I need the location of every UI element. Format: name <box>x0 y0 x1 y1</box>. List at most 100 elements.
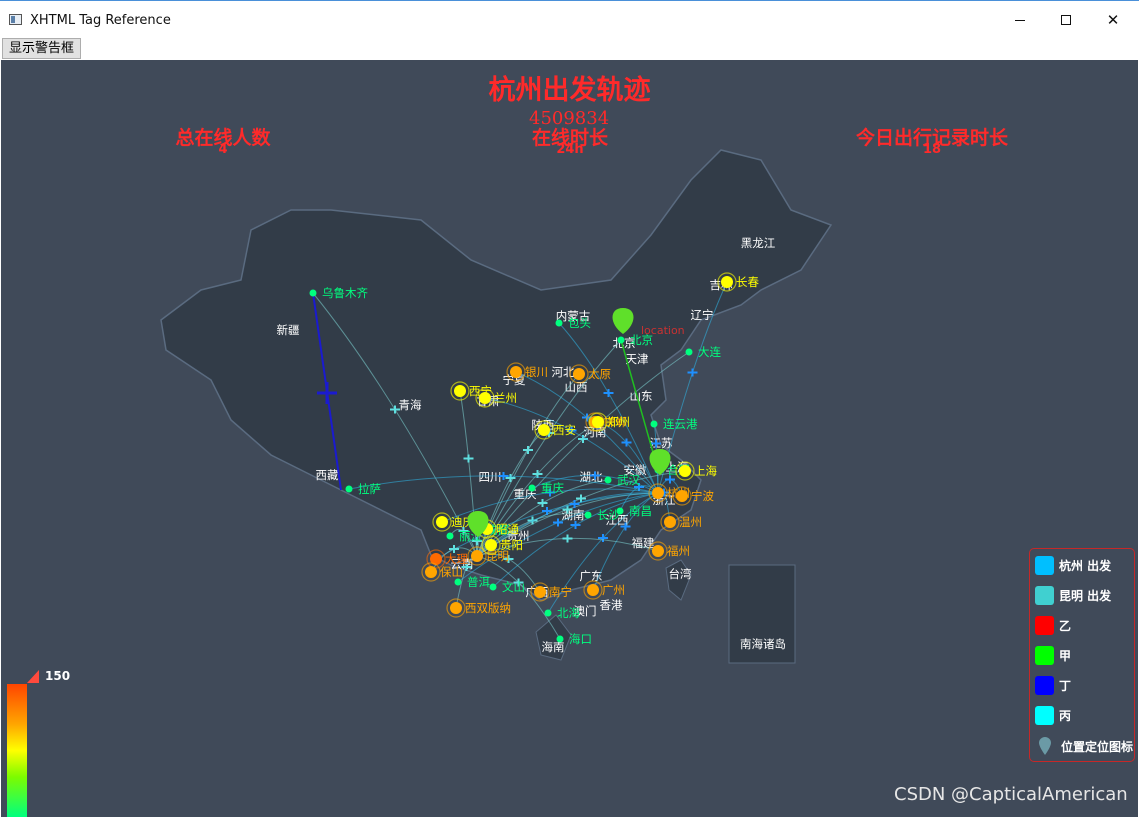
stat-value: 4 <box>218 142 228 157</box>
city-point <box>538 424 550 436</box>
city-point <box>592 416 604 428</box>
city-label: 保山 <box>440 565 463 579</box>
province-label: 四川 <box>479 470 502 484</box>
close-button[interactable]: ✕ <box>1090 1 1136 39</box>
city-label: 海口 <box>569 632 592 646</box>
minimize-button[interactable] <box>997 1 1043 39</box>
legend-swatch <box>1035 585 1054 605</box>
watermark: CSDN @CapticalAmerican <box>894 784 1128 805</box>
city-point <box>573 368 585 380</box>
city-label: 杭州 <box>667 486 690 500</box>
city-label: 宁波 <box>691 489 714 503</box>
city-point <box>446 532 454 540</box>
maximize-icon <box>1061 15 1071 25</box>
chart-legend: 杭州 出发 昆明 出发 乙 甲 丁 丙 位置定位图标 <box>1029 548 1135 762</box>
legend-item-jia[interactable]: 甲 <box>1035 644 1071 666</box>
close-icon: ✕ <box>1106 11 1120 29</box>
city-label: 温州 <box>679 515 702 529</box>
city-label: 普洱 <box>467 575 490 589</box>
show-alert-button[interactable]: 显示警告框 <box>2 38 82 59</box>
legend-item-ding[interactable]: 丁 <box>1035 674 1071 696</box>
city-label: 北海 <box>557 606 580 620</box>
legend-item-hangzhou[interactable]: 杭州 出发 <box>1035 554 1111 576</box>
city-label: 乌鲁木齐 <box>322 286 368 300</box>
city-point <box>544 609 552 617</box>
city-label: 大理 <box>445 552 468 566</box>
city-point <box>510 366 522 378</box>
city-point <box>479 392 491 404</box>
legend-label: 位置定位图标 <box>1061 739 1134 754</box>
stat-travel-duration: 今日出行记录时长 18 <box>822 123 1042 157</box>
app-icon <box>9 14 22 25</box>
city-label: 重庆 <box>541 481 564 495</box>
city-label: 西安 <box>553 423 576 437</box>
window-title: XHTML Tag Reference <box>30 13 171 28</box>
city-point <box>534 586 546 598</box>
visual-map-max: 150 <box>45 669 71 683</box>
city-point <box>425 566 437 578</box>
stat-online-duration: 在线时长 24h <box>460 123 680 157</box>
city-point <box>721 276 733 288</box>
city-point <box>309 289 317 297</box>
legend-swatch <box>1035 555 1054 575</box>
province-label: 西藏 <box>316 468 339 482</box>
location-label: location <box>641 324 685 337</box>
province-label: 河北 <box>552 365 575 379</box>
province-label: 新疆 <box>277 323 300 337</box>
city-point <box>584 511 592 519</box>
legend-item-location-pin[interactable]: 位置定位图标 <box>1035 735 1133 757</box>
city-label: 拉萨 <box>358 482 381 496</box>
city-point <box>450 602 462 614</box>
chart-headline: 杭州出发轨迹 <box>488 75 651 106</box>
city-point <box>556 635 564 643</box>
province-label: 香港 <box>600 598 623 612</box>
plane-icon <box>687 368 698 377</box>
legend-label: 丙 <box>1059 708 1072 723</box>
city-point <box>489 583 497 591</box>
city-label: 文山 <box>502 580 525 594</box>
legend-item-yi[interactable]: 乙 <box>1035 614 1071 636</box>
city-label: 贵阳 <box>500 538 523 552</box>
maximize-button[interactable] <box>1043 1 1089 39</box>
province-label: 台湾 <box>669 567 692 581</box>
stat-value: 24h <box>556 142 584 157</box>
city-point <box>617 336 625 344</box>
visual-map-gradient[interactable] <box>7 684 27 817</box>
legend-label: 杭州 出发 <box>1059 558 1112 573</box>
province-label: 青海 <box>399 398 422 412</box>
city-label: 长沙 <box>597 508 620 522</box>
legend-label: 丁 <box>1059 678 1072 693</box>
window-titlebar: XHTML Tag Reference ✕ <box>0 0 1139 38</box>
visual-map-handle[interactable] <box>27 670 39 683</box>
city-point <box>652 545 664 557</box>
province-label: 南海诸岛 <box>740 637 786 651</box>
legend-label: 乙 <box>1059 618 1072 633</box>
province-label: 黑龙江 <box>741 236 776 250</box>
city-point <box>555 319 563 327</box>
city-label: 广州 <box>602 583 625 597</box>
legend-swatch <box>1035 705 1054 725</box>
city-label: 兰州 <box>494 391 517 405</box>
city-label: 武汉 <box>617 473 640 487</box>
map-stage: 黑龙江吉林辽宁内蒙古北京天津新疆青海西藏宁夏甘肃山西河北山东陕西河南江苏安徽湖北… <box>1 60 1138 817</box>
legend-label: 昆明 出发 <box>1059 588 1112 603</box>
china-flight-map[interactable]: 黑龙江吉林辽宁内蒙古北京天津新疆青海西藏宁夏甘肃山西河北山东陕西河南江苏安徽湖北… <box>1 60 1138 817</box>
legend-swatch <box>1035 615 1054 635</box>
city-label: 银川 <box>525 365 548 379</box>
city-label: 包头 <box>568 316 591 330</box>
city-label: 福州 <box>667 544 690 558</box>
minimize-icon <box>1015 19 1025 21</box>
province-label: 辽宁 <box>691 308 714 322</box>
city-label: 南宁 <box>549 585 572 599</box>
city-point <box>345 485 353 493</box>
legend-swatch <box>1035 675 1054 695</box>
legend-item-bing[interactable]: 丙 <box>1035 704 1071 726</box>
province-label: 山东 <box>630 389 653 403</box>
legend-swatch <box>1035 645 1054 665</box>
city-label: 大连 <box>698 345 721 359</box>
province-label: 福建 <box>632 536 655 550</box>
legend-label: 甲 <box>1059 648 1072 663</box>
city-point <box>485 539 497 551</box>
legend-item-kunming[interactable]: 昆明 出发 <box>1035 584 1111 606</box>
city-point <box>436 516 448 528</box>
